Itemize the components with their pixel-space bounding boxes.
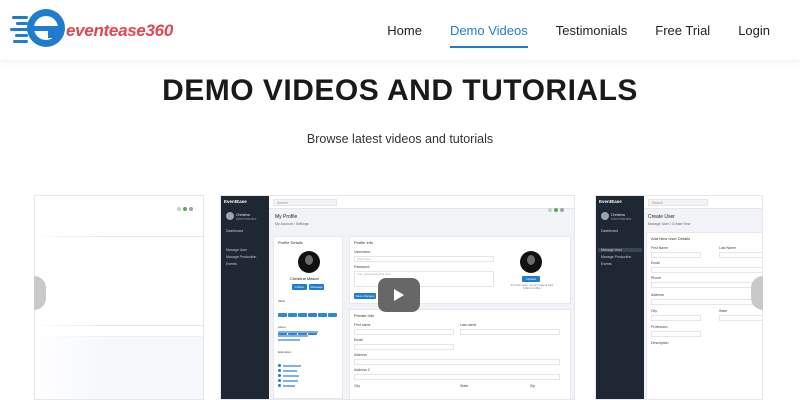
mini-about-lines [278,331,318,341]
mini-input [651,315,701,321]
mini-label: First name [354,323,371,327]
mini-input [354,344,454,350]
video-slide-previous[interactable] [34,195,204,400]
mini-label: First Name [651,246,669,250]
mini-sidebar: EventEase Christina Administrator Dashbo… [221,196,269,399]
mini-education-title: Education [278,350,292,354]
mini-label: Last Name [719,246,736,250]
carousel-next-button[interactable] [751,276,763,310]
avatar [226,212,234,220]
mini-user-role: Administrator [236,217,257,221]
mini-label: Profession [651,325,668,329]
mini-input [651,252,701,258]
mini-label: Address 2 [354,368,370,372]
nav-free-trial[interactable]: Free Trial [655,17,710,44]
mini-nav-item: Events [601,262,612,266]
mini-topbar: Search [269,196,574,212]
profile-photo [520,251,542,273]
mini-input [354,329,454,335]
mini-label: Email [651,261,660,265]
mini-message-button: Message [309,284,324,290]
mini-input [719,315,762,321]
mini-nav-item: Manage User [598,248,642,252]
mini-profile-card: Profile Details Christina Mason Follow M… [273,236,343,399]
mini-label: Phone [651,276,662,280]
mini-label: City [651,309,658,313]
mini-page-title: Create User [648,214,675,220]
mini-label: Address [651,293,664,297]
mini-brand: EventEase [599,199,622,204]
nav-demo-videos[interactable]: Demo Videos [449,17,528,48]
main-nav: Home Demo Videos Testimonials Free Trial… [359,0,770,60]
nav-testimonials[interactable]: Testimonials [556,17,628,44]
mini-card-title: Private Info [354,313,375,318]
video-slide-next[interactable]: EventEase Christina Administrator Dashbo… [595,195,763,400]
page-subtitle: Browse latest videos and tutorials [306,132,494,146]
mini-input [354,359,560,365]
mini-topbar: Search [644,196,762,209]
site-header: eventease360 Home Demo Videos Testimonia… [0,0,800,60]
mini-label: State [460,384,469,388]
page-title: DEMO VIDEOS AND TUTORIALS [162,74,638,107]
mini-card-title: Profile Details [278,240,303,245]
mini-user-role: Administrator [611,217,632,221]
mini-input [651,299,762,305]
mini-education-list [278,357,301,388]
mini-skills-title: Skills [278,299,286,303]
mini-card-title: Add New User Details [651,236,691,241]
mini-upload-note: For best results, use an image at least … [510,284,554,290]
mini-search: Search [648,199,708,206]
logo-text: eventease360 [66,21,173,40]
mini-follow-button: Follow [292,284,307,290]
mini-nav-item: Manage Production [601,255,632,259]
mini-label: Username [354,250,371,254]
mini-label: Description [651,341,669,345]
mini-label: City [354,384,361,388]
mini-profile-name: Christina Mason [290,276,319,281]
nav-home[interactable]: Home [387,17,422,44]
logo-mark-icon [10,9,65,47]
mini-create-user-card: Add New User Details First Name Last Nam… [646,232,762,399]
mini-label: Zip [530,384,535,388]
eventease360-logo[interactable]: eventease360 [10,4,173,52]
mini-card-title: Profile Info [354,240,374,245]
mini-breadcrumb: Manage User / Create New [648,222,691,226]
mini-nav-item: Manage Production [226,255,257,259]
mini-breadcrumb: My Account / Settings [275,222,309,226]
mini-search: Search [273,199,337,206]
mini-nav-item: Dashboard [226,229,244,233]
mini-save-button: Save changes [354,293,376,299]
mini-about-title: About [278,325,286,329]
nav-login[interactable]: Login [738,17,770,44]
mini-label: Email [354,338,363,342]
mini-private-info-card: Private Info First name Last name Email … [349,309,571,399]
play-video-button[interactable] [378,278,420,312]
mini-label: State [719,309,728,313]
slide-top-icons [175,198,199,211]
mini-input [651,282,762,288]
mini-nav-item: Dashboard [601,229,619,233]
mini-input [651,331,701,337]
mini-top-icons [546,199,570,212]
mini-label: Password [354,265,370,269]
profile-photo [298,251,320,273]
mini-label: Address [354,353,367,357]
avatar [601,212,609,220]
mini-user: Christina Administrator [236,213,257,221]
mini-upload-button: Upload [522,276,540,282]
mini-page-title: My Profile [275,214,298,220]
mini-nav-item: Events [226,262,237,266]
mini-label: Last name [460,323,477,327]
mini-input [651,267,762,273]
mini-sidebar: EventEase Christina Administrator Dashbo… [596,196,644,399]
mini-brand: EventEase [224,199,247,204]
mini-user: Christina Administrator [611,213,632,221]
mini-input: Username [354,256,494,262]
mini-input [460,329,560,335]
mini-textarea: Your password goes here [354,271,494,287]
mini-input [354,374,560,380]
mini-nav-item: Manage User [226,248,248,252]
play-icon [394,289,404,301]
mini-input [719,252,762,258]
